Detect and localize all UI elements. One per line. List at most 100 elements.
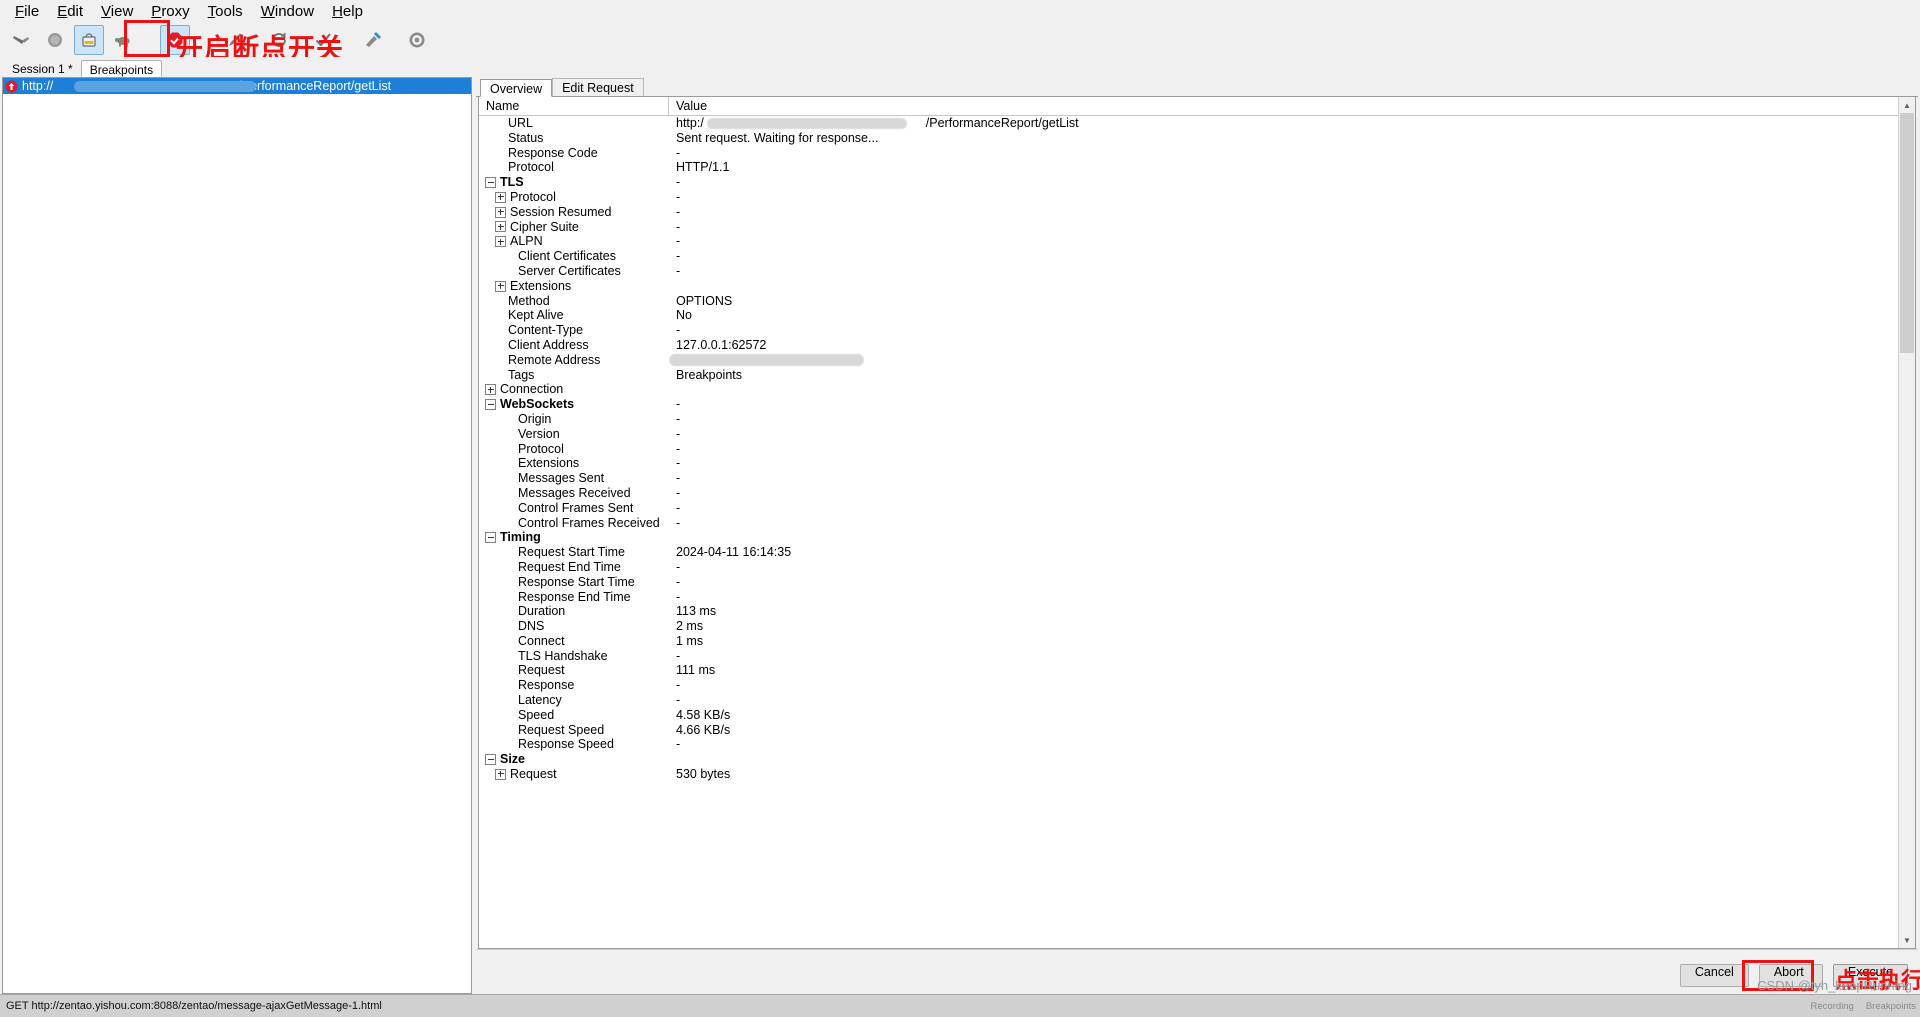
expand-icon[interactable] [495,221,506,233]
table-row[interactable]: Connect 1 ms [479,634,1915,649]
table-row[interactable]: Request 530 bytes [479,767,1915,782]
table-row[interactable]: Speed 4.58 KB/s [479,708,1915,723]
expand-icon[interactable] [495,768,506,780]
table-row[interactable]: Request 111 ms [479,663,1915,678]
row-name-cell: Protocol [479,190,669,205]
tab-overview[interactable]: Overview [480,79,553,97]
collapse-icon[interactable] [485,532,496,544]
record-toggle-button[interactable] [40,25,70,55]
table-horizontal-scrollbar[interactable] [476,949,1918,956]
menu-item-edit[interactable]: Edit [48,1,92,22]
table-row[interactable]: Timing [479,530,1915,545]
table-row[interactable]: Request Start Time 2024-04-11 16:14:35 [479,545,1915,560]
row-value-cell: - [669,264,1915,279]
column-header-value: Value [676,99,708,113]
breakpoint-list-item[interactable]: http:// /PerformanceReport/getList [3,78,471,94]
table-row[interactable]: Method OPTIONS [479,294,1915,309]
menu-item-tools[interactable]: Tools [199,1,252,22]
table-row[interactable]: Protocol HTTP/1.1 [479,160,1915,175]
row-name-label: Response Start Time [518,574,635,589]
tab-edit-request[interactable]: Edit Request [552,78,644,96]
row-name-cell: Remote Address [479,353,669,368]
row-name-cell: Messages Sent [479,471,669,486]
table-row[interactable]: WebSockets - [479,397,1915,412]
table-row[interactable]: Request Speed 4.66 KB/s [479,723,1915,738]
row-name-cell: DNS [479,619,669,634]
table-row[interactable]: Tags Breakpoints [479,368,1915,383]
row-value-cell: 530 bytes [669,767,1915,782]
tab-session-1[interactable]: Session 1 * [4,60,81,77]
menu-item-file[interactable]: File [6,1,48,22]
table-row[interactable]: TLS - [479,175,1915,190]
table-row[interactable]: Client Certificates - [479,249,1915,264]
expand-icon[interactable] [495,206,506,218]
table-row[interactable]: Response - [479,678,1915,693]
row-name-cell: Request [479,767,669,782]
expand-icon[interactable] [495,280,506,292]
scroll-thumb[interactable] [1900,113,1914,353]
table-row[interactable]: DNS 2 ms [479,619,1915,634]
tab-breakpoints[interactable]: Breakpoints [80,60,163,77]
table-row[interactable]: Response Code - [479,146,1915,161]
menu-item-window[interactable]: Window [252,1,323,22]
row-value-label: - [676,485,681,500]
menu-item-view[interactable]: View [92,1,142,22]
status-bar-url: GET http://zentao.yishou.com:8088/zentao… [6,1000,382,1012]
table-row[interactable]: URL http:/ /PerformanceReport/getList [479,116,1915,131]
settings-button[interactable] [402,25,432,55]
clear-session-button[interactable] [6,25,36,55]
table-row[interactable]: ALPN - [479,234,1915,249]
table-row[interactable]: Status Sent request. Waiting for response… [479,131,1915,146]
row-name-label: Request [510,767,557,782]
table-row[interactable]: Control Frames Sent - [479,501,1915,516]
row-value-label: - [676,263,681,278]
table-row[interactable]: Response End Time - [479,590,1915,605]
table-row[interactable]: Protocol - [479,442,1915,457]
table-row[interactable]: Size [479,752,1915,767]
table-row[interactable]: Extensions [479,279,1915,294]
expand-icon[interactable] [495,236,506,248]
row-value-label: - [676,249,681,264]
menu-accel-f: F [15,2,25,20]
menu-item-help[interactable]: Help [323,1,372,22]
scroll-down-arrow[interactable]: ▼ [1899,932,1915,948]
table-row[interactable]: Request End Time - [479,560,1915,575]
expand-icon[interactable] [495,191,506,203]
table-row[interactable]: Content-Type - [479,323,1915,338]
table-row[interactable]: Extensions - [479,456,1915,471]
menu-item-proxy[interactable]: Proxy [142,1,198,22]
table-row[interactable]: Protocol - [479,190,1915,205]
row-name-label: WebSockets [500,397,575,412]
row-name-cell: Extensions [479,279,669,294]
throttle-button[interactable] [74,25,104,55]
row-name-cell: Version [479,427,669,442]
table-row[interactable]: Messages Received - [479,486,1915,501]
table-row[interactable]: Control Frames Received - [479,516,1915,531]
table-row[interactable]: Session Resumed - [479,205,1915,220]
table-row[interactable]: Latency - [479,693,1915,708]
table-row[interactable]: Connection [479,382,1915,397]
table-row[interactable]: Duration 113 ms [479,604,1915,619]
table-row[interactable]: Kept Alive No [479,308,1915,323]
table-row[interactable]: Messages Sent - [479,471,1915,486]
table-vertical-scrollbar[interactable]: ▲ ▼ [1898,97,1915,948]
cancel-button[interactable]: Cancel [1679,963,1749,987]
table-row[interactable]: Client Address 127.0.0.1:62572 [479,338,1915,353]
row-value-label: 4.58 KB/s [676,707,731,722]
tools-button[interactable] [358,25,388,55]
expand-icon[interactable] [485,384,496,396]
table-row[interactable]: Response Speed - [479,737,1915,752]
table-row[interactable]: Response Start Time - [479,575,1915,590]
collapse-icon[interactable] [485,399,496,411]
throttle-turtle-button[interactable] [108,25,138,55]
table-row[interactable]: Remote Address [479,353,1915,368]
collapse-icon[interactable] [485,754,496,766]
collapse-icon[interactable] [485,177,496,189]
status-bar: GET http://zentao.yishou.com:8088/zentao… [0,994,1920,1017]
table-row[interactable]: Cipher Suite - [479,220,1915,235]
table-row[interactable]: Version - [479,427,1915,442]
table-row[interactable]: Server Certificates - [479,264,1915,279]
table-row[interactable]: TLS Handshake - [479,649,1915,664]
scroll-up-arrow[interactable]: ▲ [1899,97,1915,113]
table-row[interactable]: Origin - [479,412,1915,427]
